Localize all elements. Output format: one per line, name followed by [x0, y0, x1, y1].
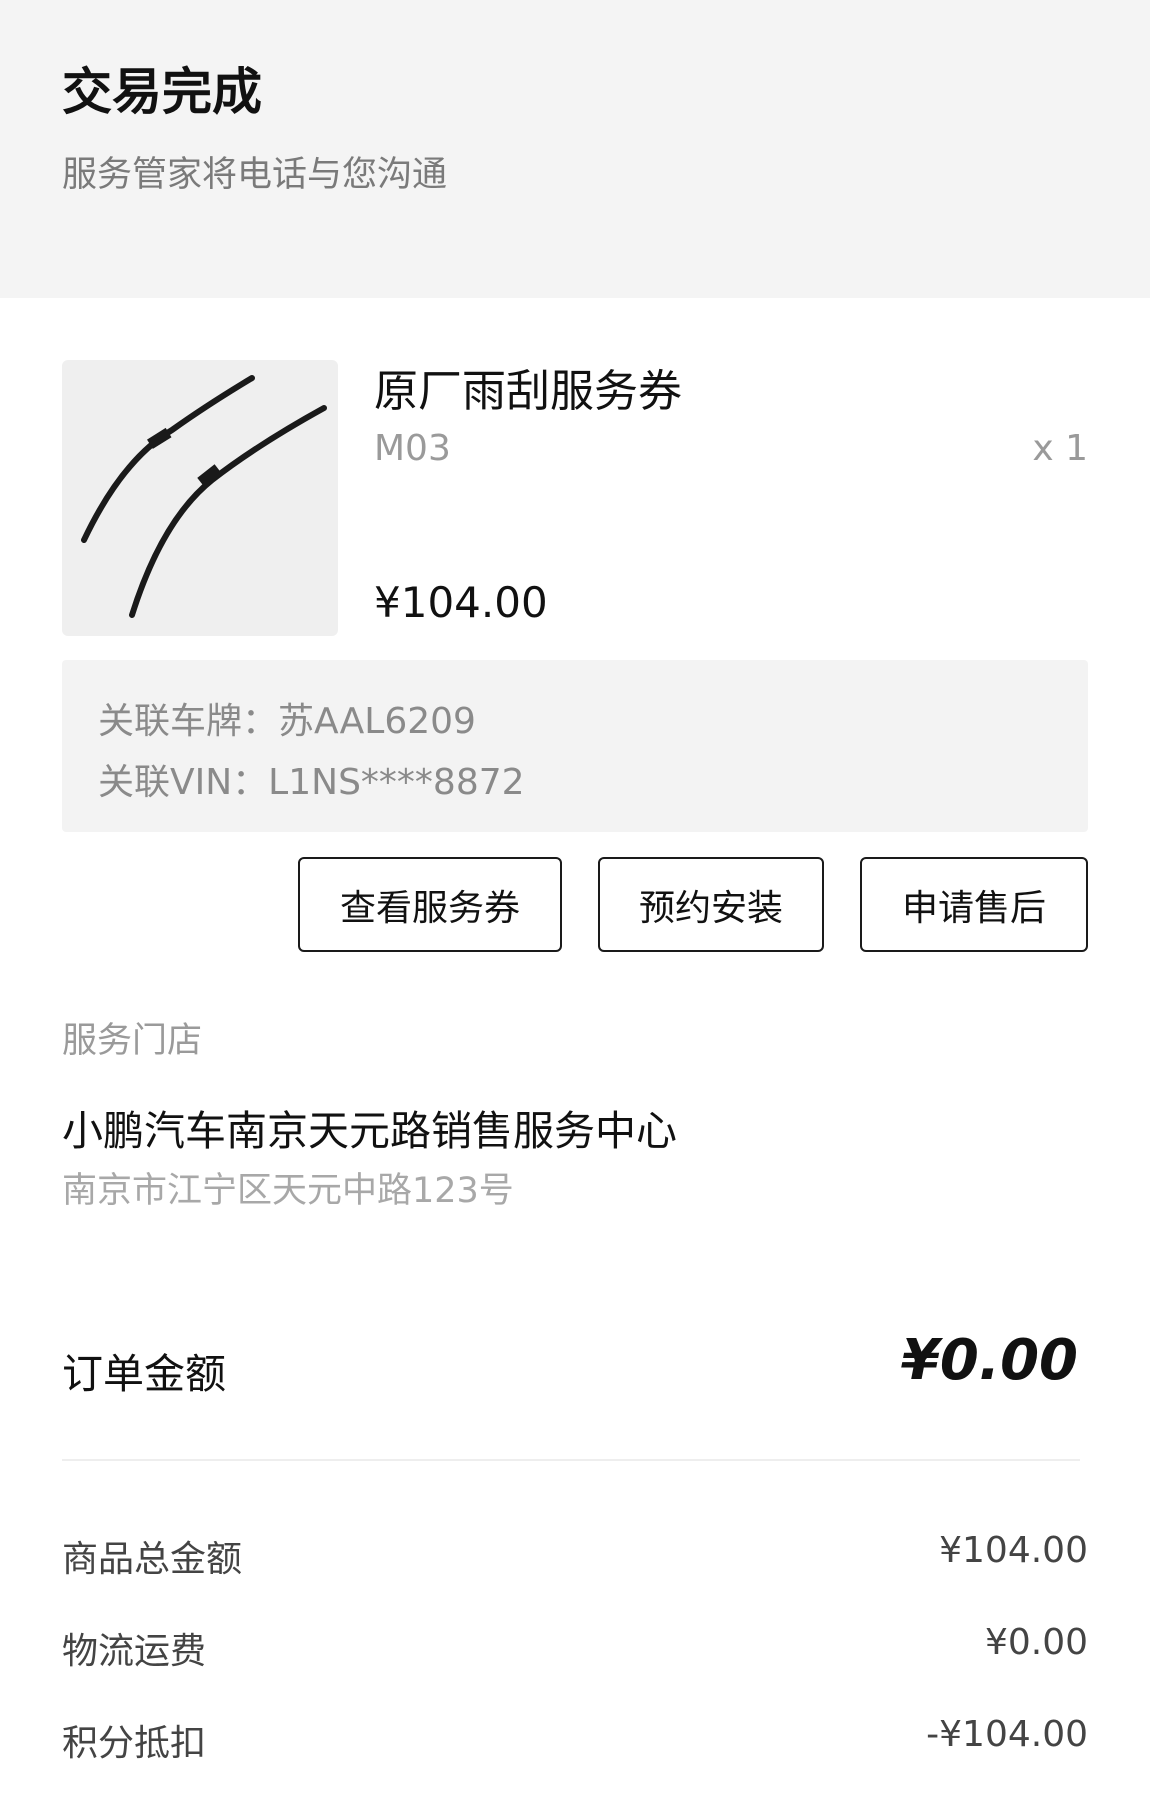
store-section-label: 服务门店: [62, 1021, 203, 1061]
goods-total-value: ¥104.00: [939, 1530, 1088, 1571]
store-name[interactable]: 小鹏汽车南京天元路销售服务中心: [62, 1097, 677, 1157]
order-total-label: 订单金额: [62, 1350, 226, 1398]
goods-total-label: 商品总金额: [62, 1539, 243, 1580]
shipping-fee-label: 物流运费: [62, 1631, 207, 1672]
product-variant: M03: [374, 428, 451, 469]
points-deduction-label: 积分抵扣: [62, 1723, 207, 1764]
product-quantity: x 1: [1032, 428, 1088, 469]
shipping-fee-value: ¥0.00: [984, 1622, 1088, 1663]
vehicle-plate: 关联车牌：苏AAL6209: [98, 701, 476, 742]
page-title: 交易完成: [62, 63, 262, 121]
product-name[interactable]: 原厂雨刮服务券: [374, 355, 682, 419]
divider: [62, 1459, 1080, 1461]
points-deduction-value: -¥104.00: [926, 1714, 1088, 1755]
vehicle-info-box: 关联车牌：苏AAL6209 关联VIN：L1NS****8872: [62, 660, 1088, 832]
store-address[interactable]: 南京市江宁区天元中路123号: [62, 1162, 514, 1213]
product-price: ¥104.00: [374, 578, 548, 627]
view-voucher-button[interactable]: 查看服务券: [298, 857, 562, 952]
vehicle-vin: 关联VIN：L1NS****8872: [98, 762, 525, 803]
after-sales-button[interactable]: 申请售后: [860, 857, 1088, 952]
status-subtitle: 服务管家将电话与您沟通: [62, 155, 448, 195]
product-image[interactable]: [62, 360, 338, 636]
book-install-button[interactable]: 预约安装: [598, 857, 824, 952]
order-total-value: ¥0.00: [900, 1328, 1078, 1393]
status-header: 交易完成 服务管家将电话与您沟通: [0, 0, 1150, 298]
wiper-blades-icon: [81, 375, 327, 618]
